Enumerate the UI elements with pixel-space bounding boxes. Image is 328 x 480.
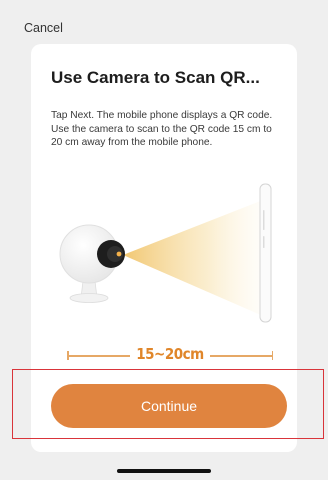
- cancel-button[interactable]: Cancel: [24, 21, 63, 35]
- home-indicator: [117, 469, 211, 473]
- instructions-text: Tap Next. The mobile phone displays a QR…: [51, 110, 273, 148]
- distance-indicator: 15~20cm: [67, 343, 273, 365]
- camera-icon: [59, 224, 125, 303]
- scan-beam: [123, 200, 263, 316]
- page-title: Use Camera to Scan QR...: [51, 68, 260, 87]
- phone-icon: [259, 183, 272, 323]
- continue-button[interactable]: Continue: [51, 384, 287, 428]
- distance-label: 15~20cm: [130, 345, 210, 363]
- scan-instructions-card: Use Camera to Scan QR... Tap Next. The m…: [31, 44, 297, 452]
- scan-illustration: [59, 183, 272, 323]
